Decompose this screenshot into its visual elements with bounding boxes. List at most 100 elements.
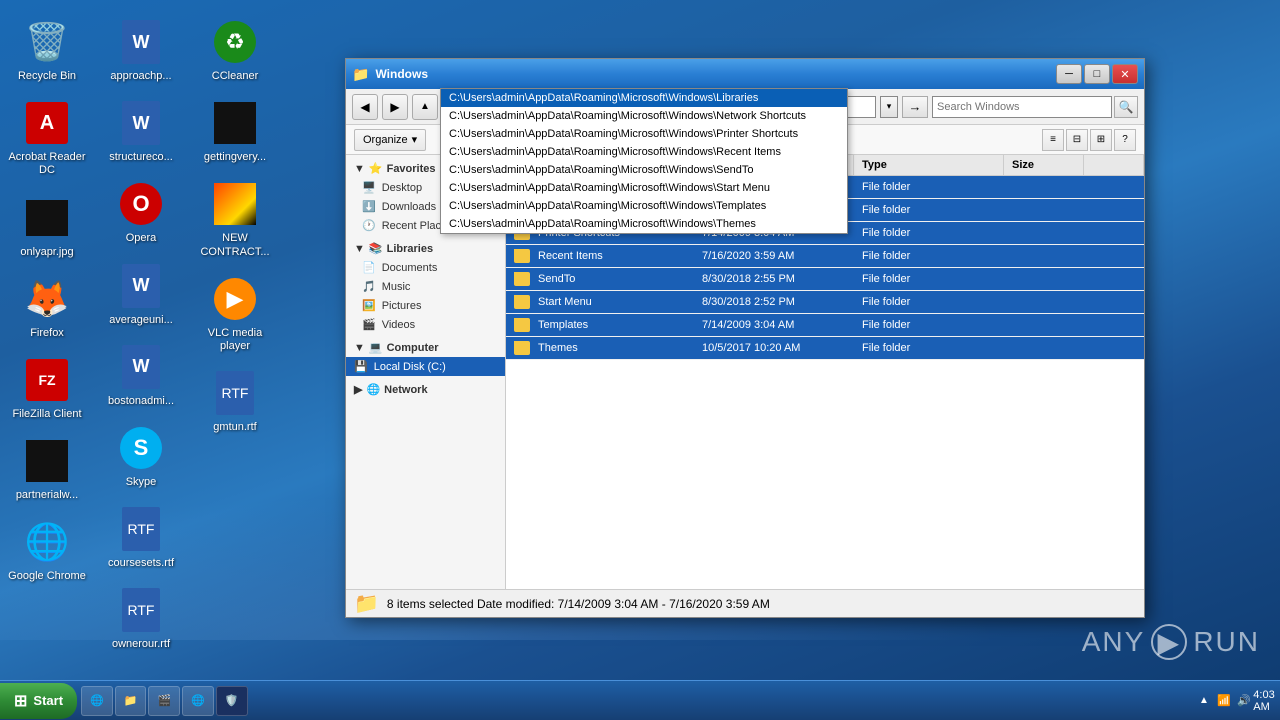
desktop-icon-gmtun[interactable]: RTF gmtun.rtf [190,363,280,440]
skype-label: Skype [126,476,157,489]
desktop-icon-ownerour[interactable]: RTF ownerour.rtf [96,580,186,657]
sidebar-item-documents[interactable]: 📄 Documents [346,258,505,277]
file-date-cell: 8/30/2018 2:55 PM [694,268,854,290]
coursesets-label: coursesets.rtf [108,557,174,570]
downloads-label: Downloads [382,201,436,213]
videos-label: Videos [382,319,415,331]
autocomplete-item[interactable]: C:\Users\admin\AppData\Roaming\Microsoft… [441,179,847,197]
table-row[interactable]: Start Menu 8/30/2018 2:52 PM File folder [506,291,1144,314]
organize-button[interactable]: Organize ▾ [354,129,426,151]
file-type-cell: File folder [854,245,1004,267]
maximize-button[interactable]: □ [1084,64,1110,84]
desktop-icon-opera[interactable]: O Opera [96,174,186,251]
taskbar-folder-button[interactable]: 📁 [115,686,147,716]
search-input[interactable] [932,96,1112,118]
network-header[interactable]: ▶ 🌐 Network [346,380,505,399]
file-name-cell: Themes [506,337,694,359]
desktop-icon-bostonadm[interactable]: W bostonadmi... [96,337,186,414]
desktop-icon-onlyapr[interactable]: onlyapr.jpg [2,188,92,265]
table-row[interactable]: Templates 7/14/2009 3:04 AM File folder [506,314,1144,337]
taskbar-security-button[interactable]: 🛡️ [216,686,248,716]
acrobat-label: Acrobat Reader DC [6,151,88,177]
favorites-icon: ⭐ [369,162,383,175]
desktop-icon-recycle-bin[interactable]: 🗑️ Recycle Bin [2,12,92,89]
computer-section: ▼ 💻 Computer 💾 Local Disk (C:) [346,338,505,376]
desktop-icon-newcontract[interactable]: NEW CONTRACT... [190,174,280,264]
table-row[interactable]: SendTo 8/30/2018 2:55 PM File folder [506,268,1144,291]
desktop-icon-structurec[interactable]: W structureco... [96,93,186,170]
autocomplete-item[interactable]: C:\Users\admin\AppData\Roaming\Microsoft… [441,89,847,107]
ownerour-label: ownerour.rtf [112,638,170,651]
autocomplete-item[interactable]: C:\Users\admin\AppData\Roaming\Microsoft… [441,143,847,161]
back-button[interactable]: ◀ [352,94,378,120]
filezilla-icon: FZ [23,356,71,404]
sidebar-item-videos[interactable]: 🎬 Videos [346,315,505,334]
skype-icon: S [117,424,165,472]
window-title: Windows [375,67,428,81]
desktop-icon-ccleaner[interactable]: ♻ CCleaner [190,12,280,89]
desktop-icon-firefox[interactable]: 🦊 Firefox [2,269,92,346]
file-type-cell: File folder [854,176,1004,198]
desktop-icon-partnerw[interactable]: partnerialw... [2,431,92,508]
minimize-button[interactable]: ─ [1056,64,1082,84]
libraries-folder-icon: 📚 [369,242,383,255]
view-list-button[interactable]: ≡ [1042,129,1064,151]
taskbar-items: 🌐 📁 🎬 🌐 🛡️ [77,686,1188,716]
folder-icon [514,318,530,332]
desktop-icon-gettingv[interactable]: gettingvery... [190,93,280,170]
address-dropdown-button[interactable]: ▾ [880,96,898,118]
taskbar-media-button[interactable]: 🎬 [148,686,180,716]
sidebar-item-local-disk[interactable]: 💾 Local Disk (C:) [346,357,505,376]
desktop-icon-vlc[interactable]: ▶ VLC media player [190,269,280,359]
up-button[interactable]: ▲ [412,94,438,120]
file-type-cell: File folder [854,291,1004,313]
view-icon-button[interactable]: ⊞ [1090,129,1112,151]
folder-icon [514,341,530,355]
taskbar-ie-button[interactable]: 🌐 [81,686,113,716]
libraries-label: Libraries [387,243,433,255]
autocomplete-item[interactable]: C:\Users\admin\AppData\Roaming\Microsoft… [441,125,847,143]
file-extra-cell [1084,222,1144,244]
approachp-icon: W [117,18,165,66]
table-row[interactable]: Themes 10/5/2017 10:20 AM File folder [506,337,1144,360]
file-extra-cell [1084,291,1144,313]
desktop-icon-filezilla[interactable]: FZ FileZilla Client [2,350,92,427]
computer-header[interactable]: ▼ 💻 Computer [346,338,505,357]
taskbar-chrome-button[interactable]: 🌐 [182,686,214,716]
start-button[interactable]: ⊞ Start [0,683,77,719]
ccleaner-label: CCleaner [212,70,258,83]
help-button[interactable]: ? [1114,129,1136,151]
windows-logo-icon: ⊞ [14,691,27,711]
coursesets-icon: RTF [117,505,165,553]
file-type-cell: File folder [854,337,1004,359]
desktop-icon-averageu[interactable]: W averageuni... [96,256,186,333]
view-details-button[interactable]: ⊟ [1066,129,1088,151]
autocomplete-item[interactable]: C:\Users\admin\AppData\Roaming\Microsoft… [441,197,847,215]
autocomplete-item[interactable]: C:\Users\admin\AppData\Roaming\Microsoft… [441,161,847,179]
search-button[interactable]: 🔍 [1114,96,1138,118]
desktop-icon-skype[interactable]: S Skype [96,418,186,495]
desktop-icon-chrome[interactable]: 🌐 Google Chrome [2,512,92,589]
go-button[interactable]: → [902,96,928,118]
partnerw-label: partnerialw... [16,489,78,502]
sidebar-item-pictures[interactable]: 🖼️ Pictures [346,296,505,315]
desktop-icon-approachp[interactable]: W approachp... [96,12,186,89]
autocomplete-item[interactable]: C:\Users\admin\AppData\Roaming\Microsoft… [441,215,847,233]
tray-clock[interactable]: 4:03 AM [1256,693,1272,709]
forward-button[interactable]: ▶ [382,94,408,120]
file-extra-cell [1084,337,1144,359]
tray-volume-icon[interactable]: 🔊 [1236,693,1252,709]
firefox-icon: 🦊 [23,275,71,323]
close-button[interactable]: ✕ [1112,64,1138,84]
table-row[interactable]: Recent Items 7/16/2020 3:59 AM File fold… [506,245,1144,268]
tray-arrow-icon[interactable]: ▲ [1196,693,1212,709]
autocomplete-item[interactable]: C:\Users\admin\AppData\Roaming\Microsoft… [441,107,847,125]
col-header-size[interactable]: Size [1004,155,1084,175]
desktop-icon-acrobat[interactable]: A Acrobat Reader DC [2,93,92,183]
desktop-icon-coursesets[interactable]: RTF coursesets.rtf [96,499,186,576]
libraries-header[interactable]: ▼ 📚 Libraries [346,239,505,258]
tray-network-icon[interactable]: 📶 [1216,693,1232,709]
sidebar-item-music[interactable]: 🎵 Music [346,277,505,296]
file-size-cell [1004,245,1084,267]
col-header-type[interactable]: Type [854,155,1004,175]
